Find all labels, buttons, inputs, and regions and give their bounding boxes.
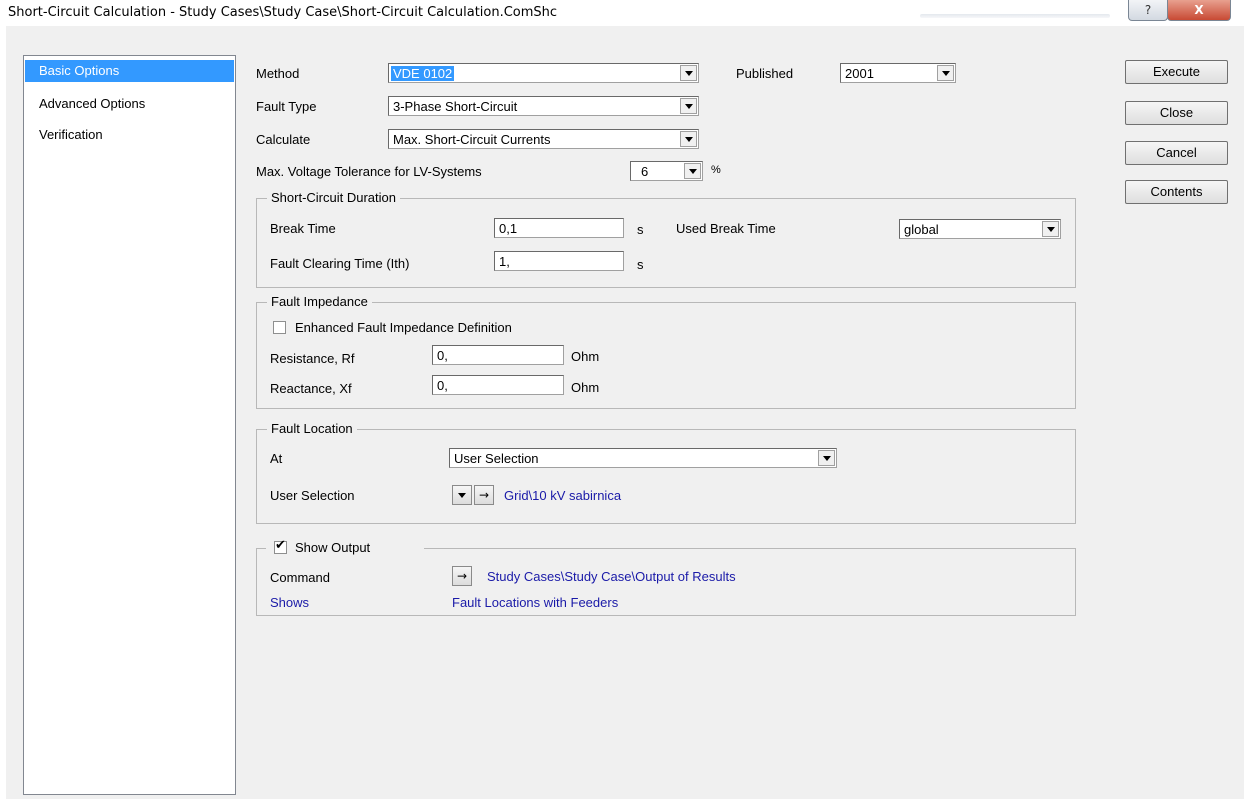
user-selection-link[interactable]: Grid\10 kV sabirnica — [504, 488, 621, 503]
max-voltage-select[interactable]: 6 — [630, 161, 703, 181]
fault-clearing-time-value: 1, — [499, 254, 510, 269]
shows-value[interactable]: Fault Locations with Feeders — [452, 595, 618, 610]
command-jump-button[interactable]: → — [452, 566, 472, 586]
sidebar-item-label: Advanced Options — [39, 96, 146, 111]
published-select[interactable]: 2001 — [840, 63, 956, 83]
fault-clearing-time-unit: s — [637, 257, 644, 272]
reactance-value: 0, — [437, 378, 448, 393]
fault-clearing-time-label: Fault Clearing Time (Ith) — [270, 256, 410, 271]
resistance-value: 0, — [437, 348, 448, 363]
method-label: Method — [256, 66, 300, 81]
command-link[interactable]: Study Cases\Study Case\Output of Results — [487, 569, 736, 584]
user-selection-jump-button[interactable]: → — [474, 485, 494, 505]
arrow-right-icon: → — [456, 569, 468, 583]
contents-button[interactable]: Contents — [1125, 180, 1228, 204]
sidebar-item-label: Verification — [39, 127, 103, 142]
short-circuit-duration-group: Short-Circuit Duration — [256, 190, 1076, 288]
chevron-down-icon[interactable] — [680, 131, 697, 147]
reactance-input[interactable]: 0, — [432, 375, 564, 395]
fault-type-select[interactable]: 3-Phase Short-Circuit — [388, 96, 699, 116]
published-value: 2001 — [845, 66, 874, 81]
method-select[interactable]: VDE 0102 — [388, 63, 699, 83]
used-break-time-label: Used Break Time — [676, 221, 776, 236]
resistance-input[interactable]: 0, — [432, 345, 564, 365]
close-window-button[interactable]: X — [1167, 0, 1231, 21]
fault-impedance-group: Fault Impedance — [256, 294, 1076, 409]
calculate-select[interactable]: Max. Short-Circuit Currents — [388, 129, 699, 149]
chevron-down-icon[interactable] — [1042, 221, 1059, 237]
break-time-unit: s — [637, 222, 644, 237]
help-icon: ? — [1144, 3, 1152, 17]
title-bar-decoration — [920, 14, 1110, 18]
help-button[interactable]: ? — [1128, 0, 1168, 21]
user-selection-dropdown-button[interactable] — [452, 485, 472, 505]
show-output-title: ✔ Show Output — [266, 538, 424, 556]
chevron-down-icon[interactable] — [818, 450, 835, 466]
close-icon: X — [1194, 3, 1204, 17]
close-button[interactable]: Close — [1125, 101, 1228, 125]
at-label: At — [270, 451, 283, 466]
window-frame-left — [0, 26, 6, 799]
execute-button[interactable]: Execute — [1125, 60, 1228, 84]
max-voltage-value: 6 — [641, 164, 649, 179]
fault-location-group: Fault Location — [256, 421, 1076, 524]
chevron-down-icon[interactable] — [680, 98, 697, 114]
fault-location-value: User Selection — [454, 451, 539, 466]
show-output-label: Show Output — [295, 540, 371, 555]
published-label: Published — [736, 66, 794, 81]
break-time-value: 0,1 — [499, 221, 518, 236]
calculate-value: Max. Short-Circuit Currents — [393, 132, 551, 147]
group-title: Fault Location — [267, 421, 357, 436]
resistance-unit: Ohm — [571, 349, 600, 364]
max-voltage-label: Max. Voltage Tolerance for LV-Systems — [256, 164, 482, 179]
fault-type-label: Fault Type — [256, 99, 317, 114]
arrow-right-icon: → — [478, 488, 490, 502]
chevron-down-icon[interactable] — [684, 163, 701, 179]
command-label: Command — [270, 570, 330, 585]
fault-location-select[interactable]: User Selection — [449, 448, 837, 468]
fault-type-value: 3-Phase Short-Circuit — [393, 99, 518, 114]
group-title: Fault Impedance — [267, 294, 372, 309]
method-value: VDE 0102 — [391, 66, 455, 81]
show-output-checkbox[interactable]: ✔ — [274, 538, 287, 554]
window-title: Short-Circuit Calculation - Study Cases\… — [8, 5, 558, 20]
sidebar-item-advanced-options[interactable]: Advanced Options — [25, 93, 234, 115]
max-voltage-unit: % — [711, 164, 721, 176]
shows-label: Shows — [270, 595, 310, 610]
sidebar-item-basic-options[interactable]: Basic Options — [25, 60, 234, 82]
calculate-label: Calculate — [256, 132, 311, 147]
sidebar-item-label: Basic Options — [39, 63, 120, 78]
checkmark-icon: ✔ — [275, 538, 286, 553]
break-time-label: Break Time — [270, 221, 336, 236]
chevron-down-icon[interactable] — [680, 65, 697, 81]
chevron-down-icon — [458, 492, 466, 498]
options-sidebar: Basic Options Advanced Options Verificat… — [23, 55, 236, 795]
enhanced-impedance-checkbox[interactable] — [273, 321, 286, 334]
user-selection-label: User Selection — [270, 488, 355, 503]
sidebar-item-verification[interactable]: Verification — [25, 124, 234, 146]
resistance-label: Resistance, Rf — [270, 351, 355, 366]
used-break-time-value: global — [904, 222, 939, 237]
cancel-button[interactable]: Cancel — [1125, 141, 1228, 165]
group-title: Short-Circuit Duration — [267, 190, 400, 205]
chevron-down-icon[interactable] — [937, 65, 954, 81]
reactance-unit: Ohm — [571, 380, 600, 395]
fault-clearing-time-input[interactable]: 1, — [494, 251, 624, 271]
reactance-label: Reactance, Xf — [270, 381, 352, 396]
enhanced-impedance-label: Enhanced Fault Impedance Definition — [295, 320, 512, 335]
used-break-time-select[interactable]: global — [899, 219, 1061, 239]
break-time-input[interactable]: 0,1 — [494, 218, 624, 238]
